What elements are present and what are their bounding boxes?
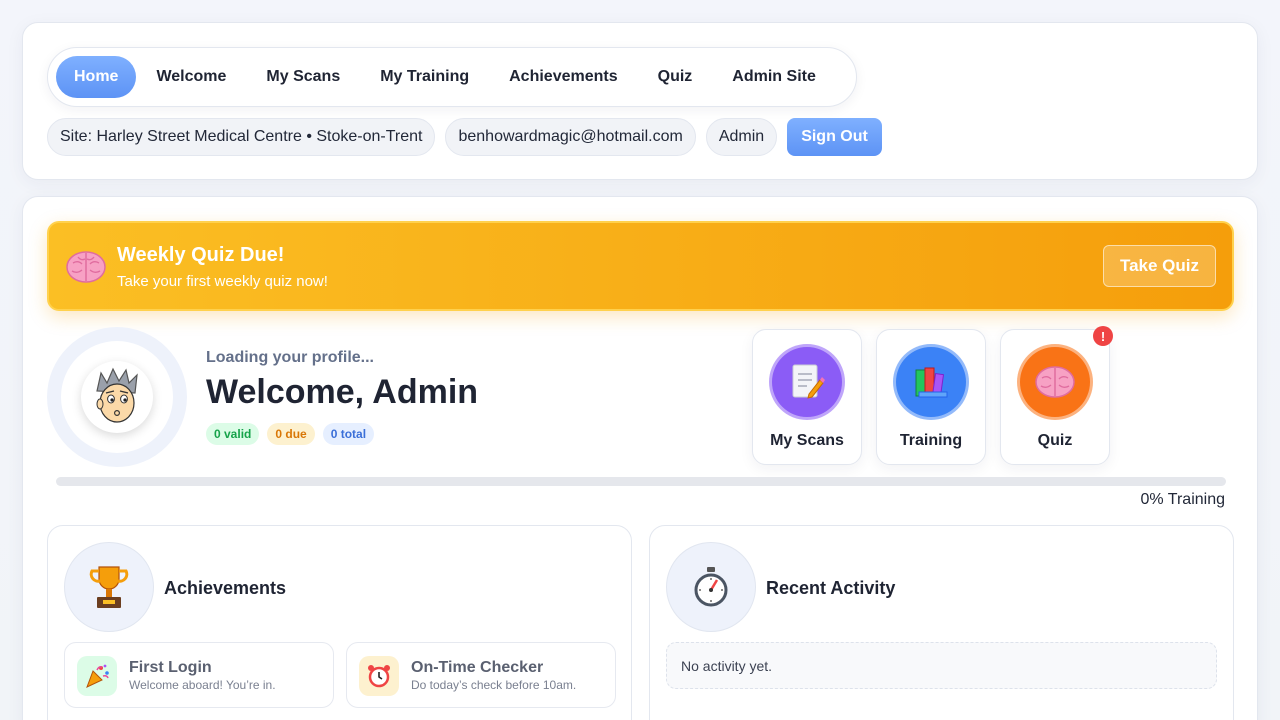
tab-my-scans[interactable]: My Scans <box>246 56 360 98</box>
valid-badge: 0 valid <box>206 423 260 445</box>
brain-icon <box>1017 344 1093 420</box>
header-card: Home Welcome My Scans My Training Achiev… <box>22 22 1258 180</box>
total-badge: 0 total <box>322 423 375 445</box>
tile-label: My Scans <box>770 432 844 449</box>
alarm-clock-icon <box>359 656 399 696</box>
tab-achievements[interactable]: Achievements <box>489 56 638 98</box>
quiz-due-banner: Weekly Quiz Due! Take your first weekly … <box>47 221 1234 311</box>
profile-loading-text: Loading your profile... <box>206 349 374 366</box>
avatar <box>47 327 187 467</box>
achievement-title: First Login <box>129 659 212 676</box>
party-popper-icon <box>77 656 117 696</box>
tile-label: Training <box>899 432 963 449</box>
role-chip: Admin <box>705 118 778 156</box>
alert-badge: ! <box>1093 326 1113 346</box>
brain-icon <box>65 245 107 287</box>
document-pencil-icon <box>769 344 845 420</box>
site-chip: Site: Harley Street Medical Centre • Sto… <box>47 118 436 156</box>
tab-home[interactable]: Home <box>56 56 137 98</box>
stopwatch-icon <box>666 542 756 632</box>
due-badge: 0 due <box>267 423 315 445</box>
quiz-tile[interactable]: Quiz ! <box>1000 326 1113 465</box>
banner-subtitle: Take your first weekly quiz now! <box>117 273 328 290</box>
status-badges: 0 valid 0 due 0 total <box>206 423 375 445</box>
achievement-title: On-Time Checker <box>411 659 544 676</box>
tab-quiz[interactable]: Quiz <box>638 56 713 98</box>
recent-activity-card: Recent Activity No activity yet. <box>649 525 1234 720</box>
page-title: Welcome, Admin <box>206 373 479 411</box>
training-tile[interactable]: Training <box>876 329 986 465</box>
meta-row: Site: Harley Street Medical Centre • Sto… <box>47 118 882 156</box>
books-icon <box>893 344 969 420</box>
avatar-character-icon <box>81 361 153 433</box>
training-progress-bar <box>56 477 1226 486</box>
take-quiz-button[interactable]: Take Quiz <box>1102 245 1216 287</box>
tile-label: Quiz <box>1037 432 1073 449</box>
email-chip: benhowardmagic@hotmail.com <box>445 118 696 156</box>
my-scans-tile[interactable]: My Scans <box>752 329 862 465</box>
banner-title: Weekly Quiz Due! <box>117 244 285 266</box>
avatar-frame <box>61 341 173 453</box>
progress-label: 0% Training <box>1140 491 1226 508</box>
sign-out-button[interactable]: Sign Out <box>787 118 882 156</box>
achievement-desc: Welcome aboard! You’re in. <box>129 678 276 692</box>
achievement-item[interactable]: First Login Welcome aboard! You’re in. <box>64 642 334 708</box>
achievement-desc: Do today’s check before 10am. <box>411 678 577 692</box>
main-card: Weekly Quiz Due! Take your first weekly … <box>22 196 1258 720</box>
recent-activity-title: Recent Activity <box>766 578 896 598</box>
achievement-item[interactable]: On-Time Checker Do today’s check before … <box>346 642 616 708</box>
tab-admin-site[interactable]: Admin Site <box>712 56 836 98</box>
achievements-card: Achievements First Login Welcome aboard!… <box>47 525 632 720</box>
achievements-title: Achievements <box>164 578 287 598</box>
main-nav: Home Welcome My Scans My Training Achiev… <box>47 47 857 107</box>
empty-activity-message: No activity yet. <box>666 642 1217 689</box>
trophy-icon <box>64 542 154 632</box>
tab-my-training[interactable]: My Training <box>360 56 489 98</box>
tab-welcome[interactable]: Welcome <box>136 56 246 98</box>
